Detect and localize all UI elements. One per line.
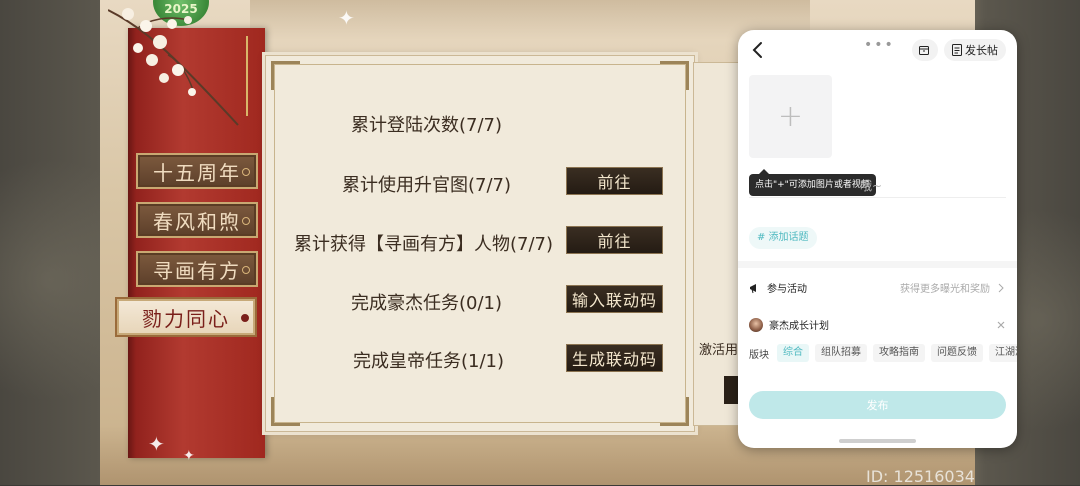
butterfly-icon: ✦ (338, 6, 355, 30)
butterfly-icon: ✦ (183, 448, 195, 464)
plum-branch-decoration (108, 8, 239, 126)
megaphone-icon (750, 283, 756, 293)
draft-box-button[interactable] (912, 39, 938, 61)
enter-link-code-button[interactable]: 输入联动码 (566, 285, 663, 313)
post-composer-overlay: ••• 发长帖 + 点击"+"可添加图片或者视频 哦~ # 添加话题 参与活动 … (738, 30, 1017, 448)
player-id: ID: 12516034 (866, 467, 975, 486)
category-chip[interactable]: 组队招募 (815, 344, 867, 362)
chevron-right-icon (998, 283, 1004, 292)
task-label: 完成皇帝任务(1/1) (353, 351, 505, 372)
growth-plan-row[interactable]: 豪杰成长计划 (749, 317, 1006, 332)
top-haze (250, 0, 810, 40)
activity-hint: 获得更多曝光和奖励 (900, 284, 990, 295)
tab-fifteenth-anniversary[interactable]: 十五周年 (136, 153, 258, 189)
corner-ornament (271, 61, 300, 90)
tab-unite-efforts[interactable]: 勠力同心 (115, 297, 257, 337)
category-chip[interactable]: 问题反馈 (931, 344, 983, 362)
butterfly-icon: ✦ (148, 432, 165, 456)
corner-ornament (660, 397, 689, 426)
corner-ornament (271, 397, 300, 426)
activity-row[interactable]: 参与活动 获得更多曝光和奖励 (749, 280, 1006, 295)
tab-dot-icon (242, 266, 250, 274)
tab-dot-icon (241, 314, 249, 322)
tab-dot-icon (242, 217, 250, 225)
close-icon[interactable] (996, 320, 1006, 330)
back-arrow-icon[interactable] (748, 40, 768, 60)
corner-ornament (660, 61, 689, 90)
tab-dot-icon (242, 168, 250, 176)
category-chip[interactable]: 攻略指南 (873, 344, 925, 362)
draft-box-icon (918, 46, 929, 55)
task-label: 累计使用升官图(7/7) (342, 175, 512, 196)
category-label: 版块 (749, 349, 769, 361)
add-media-tooltip: 点击"+"可添加图片或者视频 (749, 169, 876, 196)
category-chip[interactable]: 综合 (777, 344, 809, 362)
document-icon (952, 44, 962, 56)
tab-label: 十五周年 (153, 160, 241, 185)
activity-label: 参与活动 (767, 284, 807, 295)
long-post-label: 发长帖 (965, 44, 998, 57)
title-input-underline (749, 197, 1006, 198)
section-separator (738, 261, 1017, 268)
category-row: 版块 综合 组队招募 攻略指南 问题反馈 江湖酒 (749, 344, 1017, 362)
tab-painting-search[interactable]: 寻画有方 (136, 251, 258, 287)
plus-icon: + (777, 99, 804, 134)
tab-label: 春风和煦 (153, 209, 241, 234)
plan-avatar (749, 317, 763, 332)
tab-label: 寻画有方 (153, 258, 241, 283)
publish-button[interactable]: 发布 (749, 391, 1006, 419)
tab-spring-breeze[interactable]: 春风和煦 (136, 202, 258, 238)
category-chip[interactable]: 江湖酒 (989, 344, 1017, 362)
task-label: 累计登陆次数(7/7) (351, 115, 503, 136)
goto-button[interactable]: 前往 (566, 226, 663, 254)
goto-button[interactable]: 前往 (566, 167, 663, 195)
home-indicator (839, 439, 916, 443)
more-options-icon[interactable]: ••• (864, 37, 895, 53)
title-input-placeholder[interactable]: 哦~ (860, 177, 882, 194)
task-label: 完成豪杰任务(0/1) (351, 293, 503, 314)
plan-label: 豪杰成长计划 (769, 321, 829, 332)
add-media-button[interactable]: + (749, 75, 832, 158)
task-label: 累计获得【寻画有方】人物(7/7) (294, 234, 554, 255)
add-topic-button[interactable]: # 添加话题 (749, 227, 817, 249)
long-post-button[interactable]: 发长帖 (944, 39, 1006, 61)
tab-label: 勠力同心 (142, 306, 230, 331)
generate-link-code-button[interactable]: 生成联动码 (566, 344, 663, 372)
